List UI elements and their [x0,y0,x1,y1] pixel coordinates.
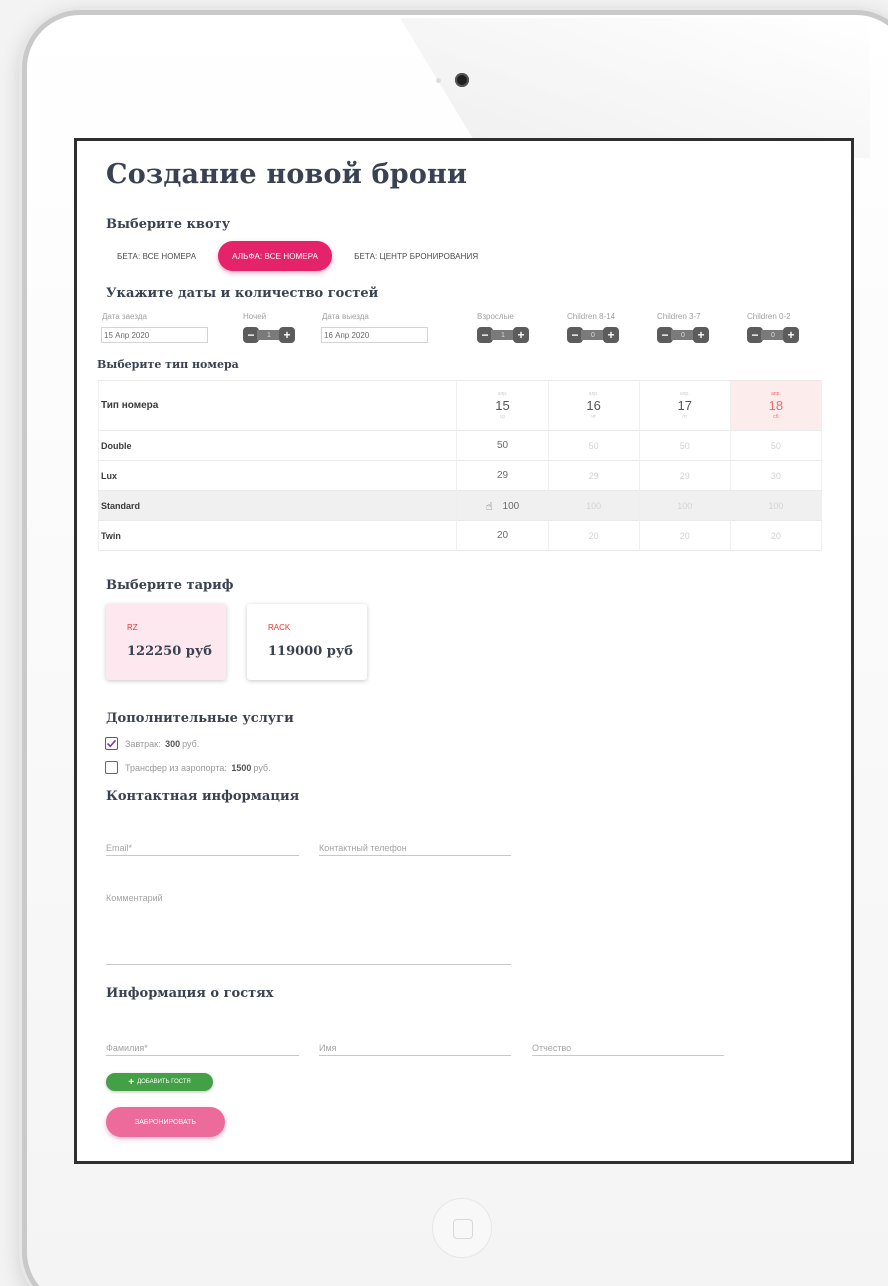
adults-label: Взрослые [477,312,514,321]
breakfast-checkbox[interactable] [105,737,118,750]
availability-cell: 20 [547,520,640,551]
breakfast-option[interactable]: Завтрак: 300 руб. [105,737,199,750]
tariff-heading: Выберите тариф [106,578,234,593]
rooms-heading: Выберите тип номера [97,358,239,371]
checkmark-icon [106,739,117,748]
adults-stepper: − 1 + [477,327,529,343]
date-header-16: апр. 16 чт [547,380,640,431]
table-header-row: Тип номера апр. 15 ср апр. 16 чт апр. 17 пт ап… [97,380,823,431]
tariff-price: 122250 руб [127,644,212,659]
children-8-14-value: 0 [581,330,605,340]
date-header-18: апр. 18 сб [729,380,823,431]
firstname-field[interactable]: Имя [319,1036,511,1056]
availability-cell: 29 [547,460,640,491]
table-row[interactable]: Standard ☝ 100 100 100 100 [97,490,823,521]
date-header-15: апр. 15 ср [456,380,549,431]
children-0-2-increment-button[interactable]: + [783,327,799,343]
availability-cell: ☝ 100 [456,490,549,521]
children-3-7-value: 0 [671,330,695,340]
children-8-14-label: Children 8-14 [567,312,616,321]
checkin-input[interactable]: 15 Апр 2020 [101,327,208,343]
phone-field[interactable]: Контактный телефон [319,836,511,856]
tab-beta-all-rooms[interactable]: БЕТА: ВСЕ НОМЕРА [103,241,210,271]
children-8-14-stepper: − 0 + [567,327,619,343]
availability-cell: 50 [456,430,549,461]
guests-heading: Информация о гостях [106,986,274,1001]
nights-stepper: − 1 + [243,327,295,343]
children-3-7-stepper: − 0 + [657,327,709,343]
children-8-14-increment-button[interactable]: + [603,327,619,343]
transfer-checkbox[interactable] [105,761,118,774]
room-type-header: Тип номера [97,380,457,431]
tariff-code: RZ [127,623,138,632]
room-name: Double [97,430,457,461]
home-button[interactable] [432,1198,492,1258]
room-name: Lux [97,460,457,491]
tariff-card-rack[interactable]: RACK 119000 руб [247,604,367,680]
room-availability-table: Тип номера апр. 15 ср апр. 16 чт апр. 17 пт ап… [97,380,823,551]
email-field[interactable]: Email* [106,836,299,856]
checkout-input[interactable]: 16 Апр 2020 [321,327,428,343]
children-3-7-increment-button[interactable]: + [693,327,709,343]
availability-cell: 100 [638,490,731,521]
tariff-code: RACK [268,623,291,632]
page-title: Создание новой брони [106,159,468,190]
table-row[interactable]: Twin 20 20 20 20 [97,520,823,551]
availability-cell: 29 [638,460,731,491]
adults-value: 1 [491,330,515,340]
children-3-7-label: Children 3-7 [657,312,701,321]
adults-increment-button[interactable]: + [513,327,529,343]
add-guest-button[interactable]: + Добавить гостя [106,1073,213,1091]
availability-cell: 50 [729,430,823,461]
children-0-2-value: 0 [761,330,785,340]
room-name: Twin [97,520,457,551]
comment-field[interactable]: Комментарий [106,893,511,965]
availability-cell: 20 [638,520,731,551]
hand-pointer-icon: ☝ [485,501,493,513]
tablet-screen: Создание новой брони Выберите квоту БЕТА… [74,138,854,1164]
availability-cell: 20 [729,520,823,551]
availability-cell: 50 [638,430,731,461]
children-0-2-stepper: − 0 + [747,327,799,343]
tab-alpha-all-rooms[interactable]: АЛЬФА: ВСЕ НОМЕРА [218,241,333,271]
children-0-2-label: Children 0-2 [747,312,791,321]
tablet-camera [455,73,469,87]
lastname-field[interactable]: Фамилия* [106,1036,299,1056]
nights-value: 1 [257,330,281,340]
date-header-17: апр. 17 пт [638,380,731,431]
contact-heading: Контактная информация [106,789,300,804]
availability-cell: 100 [729,490,823,521]
tab-beta-booking-center[interactable]: БЕТА: ЦЕНТР БРОНИРОВАНИЯ [340,241,492,271]
checkout-label: Дата выезда [322,312,369,321]
availability-cell: 50 [547,430,640,461]
plus-icon: + [128,1076,135,1088]
dates-heading: Укажите даты и количество гостей [106,286,379,301]
table-row[interactable]: Double 50 50 50 50 [97,430,823,461]
book-button[interactable]: Забронировать [106,1107,225,1137]
availability-cell: 29 [456,460,549,491]
transfer-option[interactable]: Трансфер из аэропорта: 1500 руб. [105,761,271,774]
patronymic-field[interactable]: Отчество [532,1036,724,1056]
availability-cell: 30 [729,460,823,491]
services-heading: Дополнительные услуги [106,711,294,726]
booking-form: Создание новой брони Выберите квоту БЕТА… [77,141,851,1161]
tariff-card-rz[interactable]: RZ 122250 руб [106,604,226,680]
tablet-sensor [436,78,441,83]
room-name: Standard [97,490,457,521]
tariff-price: 119000 руб [268,644,353,659]
availability-cell: 20 [456,520,549,551]
quota-heading: Выберите квоту [106,217,231,232]
availability-cell: 100 [547,490,640,521]
checkin-label: Дата заезда [102,312,147,321]
quota-tabs: БЕТА: ВСЕ НОМЕРА АЛЬФА: ВСЕ НОМЕРА БЕТА:… [103,241,492,271]
nights-increment-button[interactable]: + [279,327,295,343]
table-row[interactable]: Lux 29 29 29 30 [97,460,823,491]
nights-label: Ночей [243,312,267,321]
